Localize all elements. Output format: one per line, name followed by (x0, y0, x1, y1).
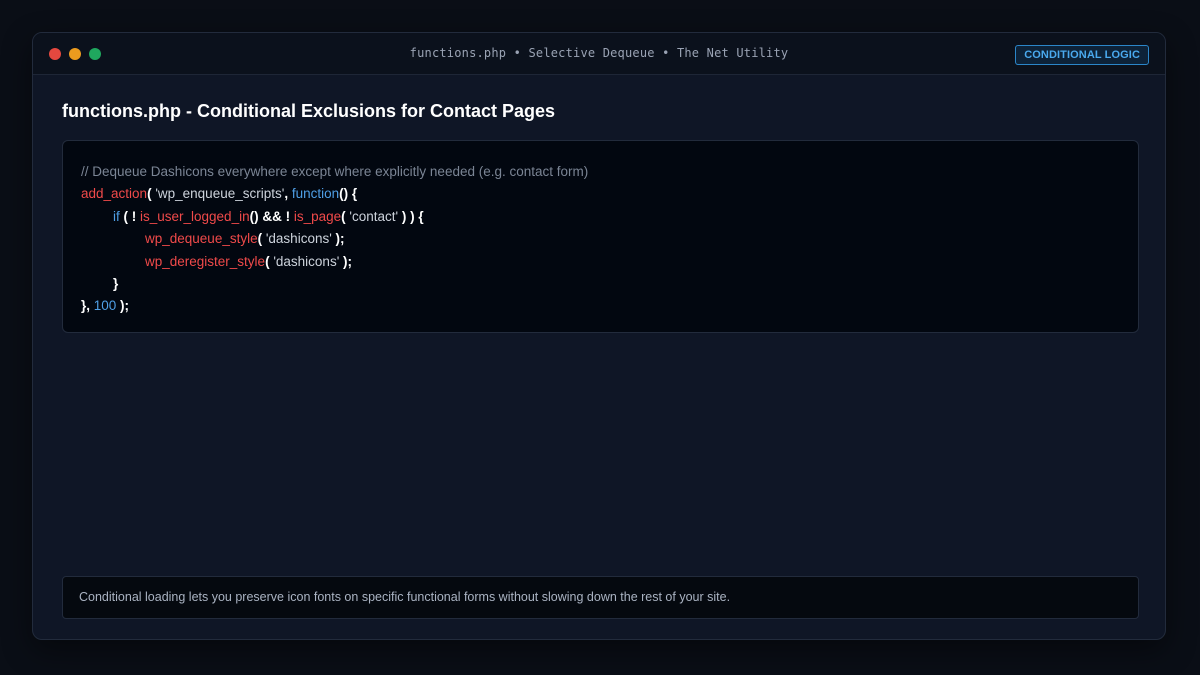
code-punctuation: } (113, 275, 119, 291)
code-punctuation: () && ! (249, 208, 294, 224)
footer-note: Conditional loading lets you preserve ic… (62, 576, 1139, 619)
code-punctuation: ( (257, 231, 266, 247)
code-line-3: if ( ! is_user_logged_in() && ! is_page(… (81, 206, 1120, 228)
code-keyword: function (291, 186, 340, 202)
code-line-6: } (81, 273, 1120, 295)
page-title: functions.php - Conditional Exclusions f… (62, 101, 556, 121)
conditional-logic-badge: CONDITIONAL LOGIC (1015, 45, 1149, 65)
code-line-7: }, 100 ); (81, 295, 1120, 317)
code-punctuation: ) ) { (398, 208, 424, 224)
code-keyword: if (113, 208, 120, 224)
code-function-name: is_page (293, 208, 342, 224)
code-punctuation: ); (331, 231, 345, 247)
code-string: 'contact' (349, 208, 399, 224)
code-block: // Dequeue Dashicons everywhere except w… (62, 140, 1139, 333)
code-string: 'wp_enqueue_scripts' (155, 186, 285, 202)
code-line-5: wp_deregister_style( 'dashicons' ); (81, 251, 1120, 273)
code-function-name: add_action (81, 186, 148, 202)
code-string: 'dashicons' (273, 253, 340, 269)
code-punctuation: () { (339, 186, 358, 202)
code-punctuation: ); (339, 253, 353, 269)
code-comment: // Dequeue Dashicons everywhere except w… (81, 164, 589, 179)
code-punctuation: }, (81, 298, 94, 314)
code-punctuation: , (284, 186, 292, 202)
title-bar: functions.php • Selective Dequeue • The … (33, 33, 1165, 75)
code-line-2: add_action( 'wp_enqueue_scripts', functi… (81, 183, 1120, 205)
code-function-name: wp_dequeue_style (145, 231, 258, 247)
code-line-4: wp_dequeue_style( 'dashicons' ); (81, 228, 1120, 250)
code-function-name: is_user_logged_in (140, 208, 250, 224)
code-punctuation: ( ! (119, 208, 140, 224)
code-function-name: wp_deregister_style (145, 253, 266, 269)
code-string: 'dashicons' (265, 231, 332, 247)
code-punctuation: ); (116, 298, 130, 314)
code-line-1: // Dequeue Dashicons everywhere except w… (81, 161, 1120, 183)
code-number: 100 (93, 298, 117, 314)
window-title: functions.php • Selective Dequeue • The … (409, 46, 789, 60)
editor-window: functions.php • Selective Dequeue • The … (32, 32, 1166, 640)
